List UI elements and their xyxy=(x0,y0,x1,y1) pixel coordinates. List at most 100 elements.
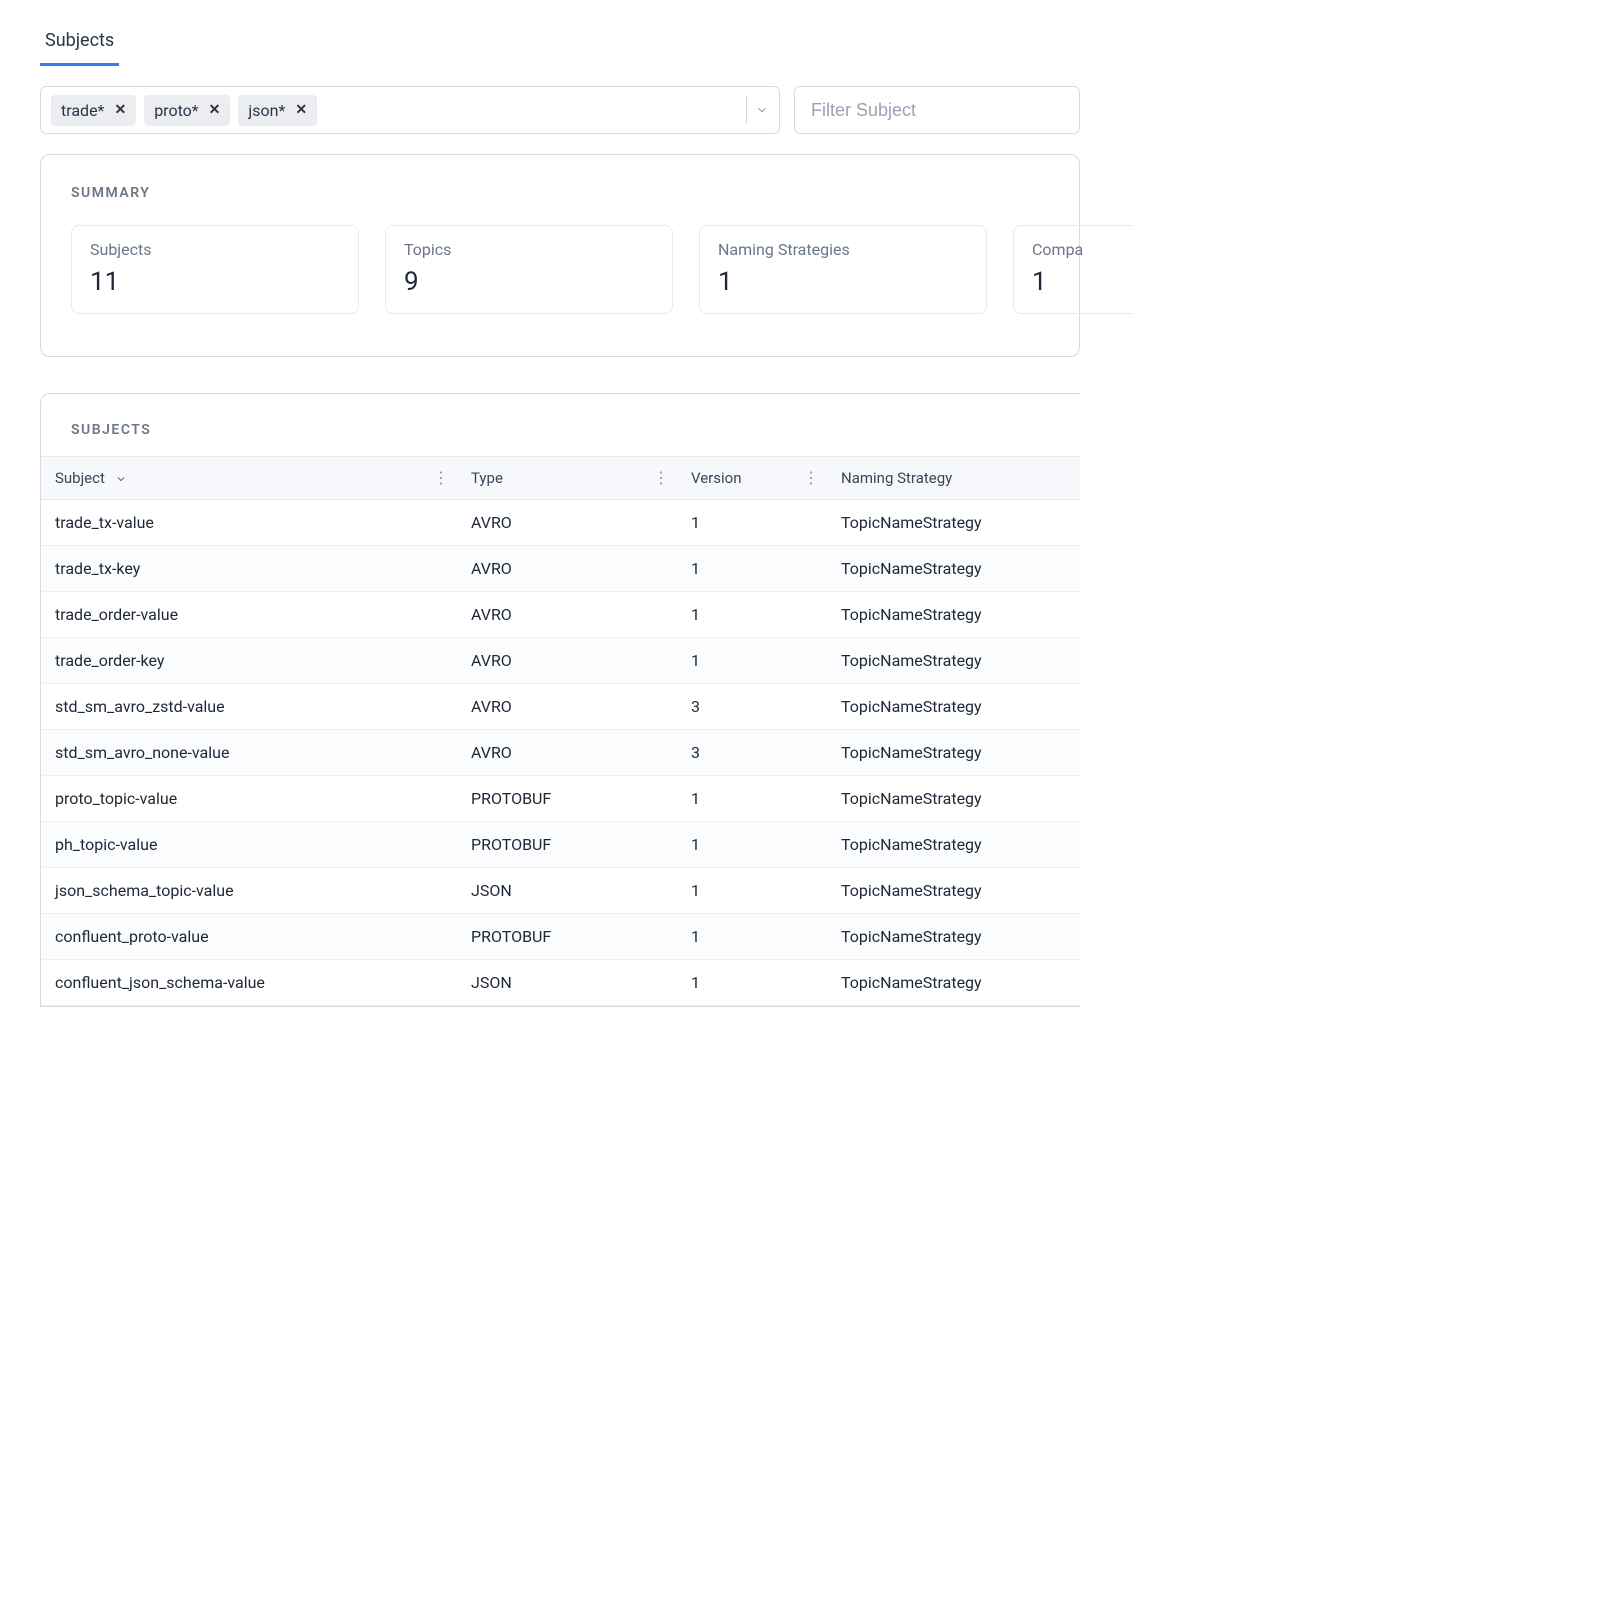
table-row[interactable]: json_schema_topic-valueJSON1TopicNameStr… xyxy=(41,868,1080,914)
table-row[interactable]: confluent_proto-valuePROTOBUF1TopicNameS… xyxy=(41,914,1080,960)
summary-tile-subjects: Subjects 11 xyxy=(71,225,359,314)
column-menu-icon[interactable]: ⋮ xyxy=(653,470,669,486)
close-icon[interactable]: ✕ xyxy=(295,102,307,118)
summary-tiles: Subjects 11 Topics 9 Naming Strategies 1… xyxy=(71,225,1049,314)
cell-version: 1 xyxy=(681,914,831,960)
cell-version: 3 xyxy=(681,730,831,776)
filter-subject-input[interactable] xyxy=(794,86,1080,134)
cell-naming-strategy: TopicNameStrategy xyxy=(831,500,1080,546)
summary-heading: SUMMARY xyxy=(71,185,1049,201)
cell-type: AVRO xyxy=(461,638,681,684)
subjects-heading: SUBJECTS xyxy=(71,422,1050,438)
chevron-down-icon xyxy=(115,469,127,487)
divider xyxy=(746,96,747,124)
cell-subject: json_schema_topic-value xyxy=(41,868,461,914)
cell-type: AVRO xyxy=(461,684,681,730)
cell-type: JSON xyxy=(461,868,681,914)
tile-value: 11 xyxy=(90,267,340,297)
cell-type: AVRO xyxy=(461,500,681,546)
column-label: Naming Strategy xyxy=(841,469,952,487)
cell-subject: confluent_json_schema-value xyxy=(41,960,461,1006)
cell-type: PROTOBUF xyxy=(461,822,681,868)
close-icon[interactable]: ✕ xyxy=(209,102,221,118)
tab-subjects[interactable]: Subjects xyxy=(40,20,119,66)
filter-chip[interactable]: proto* ✕ xyxy=(144,95,230,126)
cell-version: 1 xyxy=(681,960,831,1006)
summary-tile-naming-strategies: Naming Strategies 1 xyxy=(699,225,987,314)
cell-subject: trade_tx-value xyxy=(41,500,461,546)
cell-type: PROTOBUF xyxy=(461,776,681,822)
cell-version: 1 xyxy=(681,638,831,684)
cell-naming-strategy: TopicNameStrategy xyxy=(831,684,1080,730)
cell-subject: trade_tx-key xyxy=(41,546,461,592)
column-header-version[interactable]: Version ⋮ xyxy=(681,457,831,500)
filter-chip[interactable]: json* ✕ xyxy=(238,95,317,126)
tile-label: Naming Strategies xyxy=(718,240,968,259)
cell-naming-strategy: TopicNameStrategy xyxy=(831,592,1080,638)
table-row[interactable]: trade_order-valueAVRO1TopicNameStrategy xyxy=(41,592,1080,638)
column-label: Version xyxy=(691,469,742,487)
cell-type: AVRO xyxy=(461,546,681,592)
table-row[interactable]: std_sm_avro_zstd-valueAVRO3TopicNameStra… xyxy=(41,684,1080,730)
tile-value: 1 xyxy=(718,267,968,297)
chip-label: trade* xyxy=(61,101,104,120)
cell-subject: ph_topic-value xyxy=(41,822,461,868)
cell-type: PROTOBUF xyxy=(461,914,681,960)
cell-subject: trade_order-key xyxy=(41,638,461,684)
filter-row: trade* ✕ proto* ✕ json* ✕ xyxy=(40,86,1080,134)
summary-panel: SUMMARY Subjects 11 Topics 9 Naming Stra… xyxy=(40,154,1080,357)
table-row[interactable]: trade_tx-keyAVRO1TopicNameStrategy xyxy=(41,546,1080,592)
summary-tile-topics: Topics 9 xyxy=(385,225,673,314)
column-header-subject[interactable]: Subject ⋮ xyxy=(41,457,461,500)
cell-version: 1 xyxy=(681,546,831,592)
subjects-table: Subject ⋮ Type ⋮ Version ⋮ Naming Strate… xyxy=(41,456,1080,1006)
cell-type: AVRO xyxy=(461,592,681,638)
table-header-row: Subject ⋮ Type ⋮ Version ⋮ Naming Strate… xyxy=(41,457,1080,500)
cell-version: 1 xyxy=(681,500,831,546)
cell-naming-strategy: TopicNameStrategy xyxy=(831,730,1080,776)
cell-naming-strategy: TopicNameStrategy xyxy=(831,638,1080,684)
cell-naming-strategy: TopicNameStrategy xyxy=(831,960,1080,1006)
cell-type: JSON xyxy=(461,960,681,1006)
cell-version: 1 xyxy=(681,776,831,822)
column-label: Subject xyxy=(55,469,105,487)
cell-version: 1 xyxy=(681,592,831,638)
cell-subject: confluent_proto-value xyxy=(41,914,461,960)
tile-label: Topics xyxy=(404,240,654,259)
tile-value: 9 xyxy=(404,267,654,297)
summary-tile-compat: Compa 1 xyxy=(1013,225,1133,314)
cell-type: AVRO xyxy=(461,730,681,776)
cell-version: 3 xyxy=(681,684,831,730)
chip-label: json* xyxy=(248,101,285,120)
subjects-panel: SUBJECTS Subject ⋮ Type ⋮ Version ⋮ xyxy=(40,393,1080,1007)
cell-subject: std_sm_avro_zstd-value xyxy=(41,684,461,730)
table-row[interactable]: proto_topic-valuePROTOBUF1TopicNameStrat… xyxy=(41,776,1080,822)
cell-version: 1 xyxy=(681,822,831,868)
cell-subject: trade_order-value xyxy=(41,592,461,638)
tag-chips: trade* ✕ proto* ✕ json* ✕ xyxy=(51,95,740,126)
tag-filter-select[interactable]: trade* ✕ proto* ✕ json* ✕ xyxy=(40,86,780,134)
cell-naming-strategy: TopicNameStrategy xyxy=(831,868,1080,914)
table-row[interactable]: ph_topic-valuePROTOBUF1TopicNameStrategy xyxy=(41,822,1080,868)
chevron-down-icon[interactable] xyxy=(753,101,771,119)
table-row[interactable]: trade_tx-valueAVRO1TopicNameStrategy xyxy=(41,500,1080,546)
column-menu-icon[interactable]: ⋮ xyxy=(803,470,819,486)
filter-chip[interactable]: trade* ✕ xyxy=(51,95,136,126)
cell-naming-strategy: TopicNameStrategy xyxy=(831,776,1080,822)
tab-bar: Subjects xyxy=(40,20,1080,66)
tile-value: 1 xyxy=(1032,267,1115,297)
chip-label: proto* xyxy=(154,101,198,120)
close-icon[interactable]: ✕ xyxy=(114,102,126,118)
table-row[interactable]: std_sm_avro_none-valueAVRO3TopicNameStra… xyxy=(41,730,1080,776)
column-header-type[interactable]: Type ⋮ xyxy=(461,457,681,500)
table-row[interactable]: trade_order-keyAVRO1TopicNameStrategy xyxy=(41,638,1080,684)
tile-label: Compa xyxy=(1032,240,1115,259)
cell-naming-strategy: TopicNameStrategy xyxy=(831,546,1080,592)
cell-naming-strategy: TopicNameStrategy xyxy=(831,822,1080,868)
cell-subject: std_sm_avro_none-value xyxy=(41,730,461,776)
table-row[interactable]: confluent_json_schema-valueJSON1TopicNam… xyxy=(41,960,1080,1006)
column-header-naming[interactable]: Naming Strategy xyxy=(831,457,1080,500)
column-label: Type xyxy=(471,469,503,487)
cell-subject: proto_topic-value xyxy=(41,776,461,822)
column-menu-icon[interactable]: ⋮ xyxy=(433,470,449,486)
